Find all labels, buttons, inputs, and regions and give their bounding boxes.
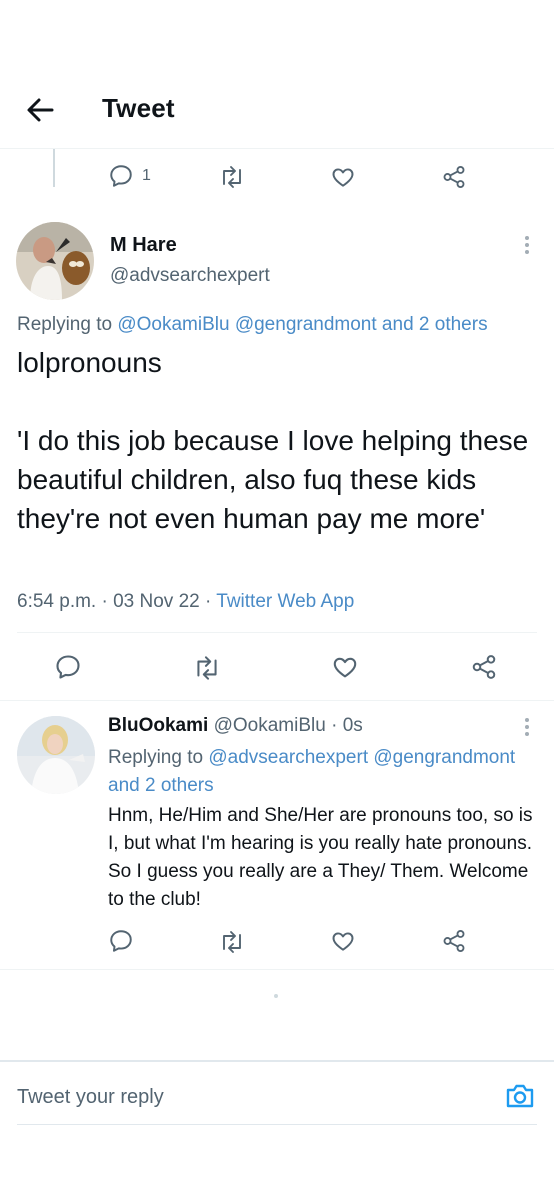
meta-separator: · <box>205 591 212 612</box>
replying-to: Replying to @advsearchexpert @gengrandmo… <box>108 744 538 800</box>
author-handle[interactable]: @OokamiBlu <box>214 715 326 736</box>
replying-to-link[interactable]: @OokamiBlu @gengrandmont and 2 others <box>117 314 487 335</box>
tweet-source[interactable]: Twitter Web App <box>216 591 354 612</box>
tweet-time: 6:54 p.m. <box>17 591 97 612</box>
avatar[interactable] <box>17 716 95 794</box>
like-icon[interactable] <box>330 164 356 190</box>
meta-separator: · <box>331 715 338 736</box>
tweet-time: 0s <box>342 715 363 736</box>
replying-prefix: Replying to <box>17 314 113 335</box>
tweet-text: Hnm, He/Him and She/Her are pronouns too… <box>108 805 533 910</box>
tweet-text: lolpronouns 'I do this job because I lov… <box>17 347 529 534</box>
thread-line <box>53 149 55 187</box>
share-icon[interactable] <box>470 653 498 681</box>
reply-icon[interactable] <box>108 928 134 954</box>
retweet-icon[interactable] <box>192 654 222 682</box>
more-icon[interactable] <box>520 716 534 738</box>
reply-input[interactable]: Tweet your reply <box>17 1086 164 1109</box>
divider <box>0 700 554 701</box>
composer-divider <box>0 1060 554 1062</box>
loading-indicator <box>274 994 278 998</box>
like-icon[interactable] <box>330 928 356 954</box>
author-handle[interactable]: @advsearchexpert <box>110 265 270 287</box>
tweet-meta: 6:54 p.m. · 03 Nov 22 · Twitter Web App <box>17 591 354 613</box>
replying-prefix: Replying to <box>108 747 204 768</box>
author-name[interactable]: M Hare <box>110 234 177 257</box>
page-title: Tweet <box>102 93 175 123</box>
header-divider <box>0 148 554 149</box>
divider <box>17 632 537 633</box>
share-icon[interactable] <box>441 164 467 190</box>
reply-icon <box>108 163 134 189</box>
retweet-icon[interactable] <box>218 929 246 955</box>
reply-icon[interactable] <box>54 653 82 681</box>
retweet-icon[interactable] <box>218 164 246 190</box>
like-icon[interactable] <box>331 653 359 681</box>
reply-button[interactable]: 1 <box>108 163 151 189</box>
meta-separator: · <box>101 591 108 612</box>
reply-count: 1 <box>142 167 151 184</box>
author-name[interactable]: BluOokami <box>108 715 208 736</box>
camera-icon[interactable] <box>504 1080 536 1112</box>
back-arrow-icon[interactable] <box>22 92 58 128</box>
share-icon[interactable] <box>441 928 467 954</box>
more-icon[interactable] <box>520 234 534 256</box>
avatar[interactable] <box>16 222 94 300</box>
replying-to: Replying to @OokamiBlu @gengrandmont and… <box>17 314 488 336</box>
tweet-date: 03 Nov 22 <box>113 591 200 612</box>
composer-underline <box>17 1124 537 1125</box>
divider <box>0 969 554 970</box>
reply-header: BluOokami @OokamiBlu · 0s <box>108 715 363 737</box>
